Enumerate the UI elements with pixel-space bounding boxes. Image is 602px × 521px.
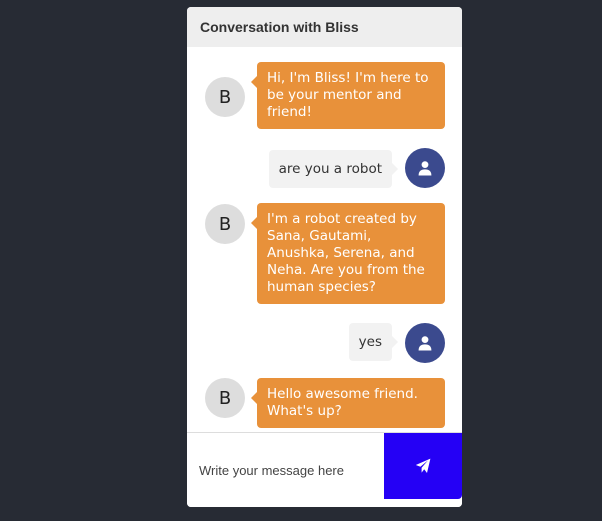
message-composer	[187, 432, 462, 507]
message-row-bot: B I'm a robot created by Sana, Gautami, …	[187, 203, 462, 307]
bot-avatar: B	[205, 378, 245, 418]
message-input[interactable]	[187, 433, 384, 507]
user-avatar	[405, 148, 445, 188]
bot-message-bubble: Hello awesome friend. What's up?	[251, 378, 445, 428]
bot-message-text: I'm a robot created by Sana, Gautami, An…	[267, 211, 425, 295]
user-message-bubble: are you a robot	[268, 150, 399, 188]
chat-header: Conversation with Bliss	[187, 7, 462, 47]
message-row-user: are you a robot	[187, 148, 462, 188]
user-icon	[418, 336, 432, 351]
user-avatar	[405, 323, 445, 363]
message-list[interactable]: B Hi, I'm Bliss! I'm here to be your men…	[187, 47, 462, 432]
bot-message-text: Hi, I'm Bliss! I'm here to be your mento…	[267, 70, 429, 120]
message-row-bot: B Hi, I'm Bliss! I'm here to be your men…	[187, 62, 462, 132]
user-icon	[418, 161, 432, 176]
chat-title: Conversation with Bliss	[200, 19, 359, 35]
bot-avatar-letter: B	[218, 387, 232, 409]
message-row-bot: B Hello awesome friend. What's up?	[187, 378, 462, 432]
user-message-text: are you a robot	[278, 161, 382, 177]
message-row-user: yes	[187, 323, 462, 363]
bot-message-bubble: I'm a robot created by Sana, Gautami, An…	[251, 203, 445, 304]
bot-message-text: Hello awesome friend. What's up?	[267, 386, 418, 419]
bot-avatar: B	[205, 77, 245, 117]
send-button[interactable]	[384, 433, 462, 499]
user-message-text: yes	[358, 334, 382, 350]
paper-plane-icon	[415, 458, 431, 473]
bot-avatar-letter: B	[218, 213, 232, 235]
bot-avatar-letter: B	[218, 86, 232, 108]
bot-avatar: B	[205, 204, 245, 244]
user-message-bubble: yes	[348, 323, 399, 361]
bot-message-bubble: Hi, I'm Bliss! I'm here to be your mento…	[251, 62, 445, 129]
chat-window: Conversation with Bliss B Hi, I'm Bliss!…	[187, 7, 462, 507]
